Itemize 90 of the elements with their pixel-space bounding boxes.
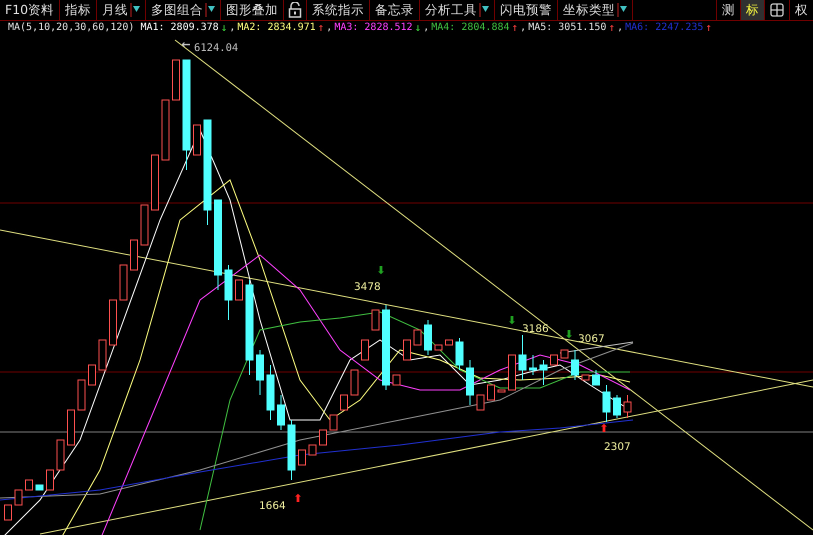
candlestick [340, 394, 348, 410]
candlestick [193, 124, 201, 156]
marker-arrow: ⬆ [599, 422, 609, 435]
candlestick [88, 364, 96, 386]
candlestick [350, 370, 358, 396]
candlestick [56, 440, 64, 470]
ma-value: MA1: 2809.378 [140, 22, 219, 33]
candlestick [224, 264, 232, 320]
trend-arrow: ↓ [220, 21, 228, 34]
price-label: 3067 [578, 333, 605, 345]
price-label: 3478 [354, 281, 381, 293]
candlestick [308, 444, 316, 456]
candlestick [498, 390, 506, 392]
price-label: 3186 [522, 323, 549, 335]
candlestick [403, 340, 411, 360]
toolbar-tab[interactable]: 标 [740, 0, 764, 20]
candlestick [392, 374, 400, 386]
candlestick [466, 360, 474, 406]
candlestick [298, 450, 306, 466]
candlestick [560, 350, 568, 358]
candlestick [266, 364, 274, 420]
candlestick [582, 374, 590, 380]
separator: , [520, 22, 526, 33]
price-label: 1664 [259, 500, 286, 512]
candlestick [330, 414, 338, 430]
candlestick [602, 384, 610, 422]
ma-value: MA5: 3051.150 [528, 22, 606, 33]
candlestick [529, 354, 537, 376]
dropdown-caret-icon [479, 1, 490, 19]
marker-arrow: ⬆ [293, 492, 303, 505]
candlestick [140, 204, 148, 246]
candlestick [109, 300, 117, 346]
candlestick [361, 340, 369, 360]
candlestick [624, 394, 632, 418]
trend-arrow: ↓ [414, 21, 422, 34]
candlestick [372, 310, 380, 330]
candlestick [25, 480, 33, 490]
marker-arrow: ⬇ [507, 314, 517, 327]
grid-icon [770, 3, 784, 17]
candlestick [67, 410, 75, 446]
dropdown-caret-icon [130, 1, 140, 19]
candlestick [518, 334, 526, 380]
indicator-title: MA(5,10,20,30,60,120) [8, 22, 134, 33]
candlestick [277, 394, 285, 430]
trend-arrow: ↑ [512, 21, 518, 34]
ma-value: MA3: 2828.512 [334, 22, 413, 33]
trend-arrow: ↑ [705, 21, 712, 34]
separator: , [617, 22, 624, 33]
candlestick [540, 360, 548, 386]
candlestick [120, 264, 128, 300]
ma-value: MA6: 2247.235 [625, 22, 704, 33]
candlestick [476, 394, 484, 410]
candlestick [414, 330, 422, 346]
trend-arrow: ↑ [318, 21, 324, 34]
candlestick [456, 338, 464, 370]
dropdown-caret-icon [205, 1, 216, 19]
candlestick [235, 280, 243, 300]
ma-value: MA4: 2804.884 [431, 22, 510, 33]
candlestick [14, 490, 22, 506]
candlestick [36, 484, 44, 490]
candlestick [571, 350, 579, 380]
marker-arrow: ← [181, 38, 191, 51]
price-label: 2307 [604, 441, 631, 453]
candlestick [172, 60, 180, 100]
candlestick [288, 420, 296, 480]
candlestick [256, 350, 264, 396]
candlestick [508, 354, 516, 390]
separator: , [229, 22, 236, 33]
trend-arrow: ↑ [608, 21, 616, 34]
candlestick [78, 380, 86, 410]
candlestick [592, 370, 600, 386]
candlestick [319, 430, 327, 446]
candlestick [550, 354, 558, 366]
separator: , [326, 22, 332, 33]
candlestick [46, 470, 54, 490]
candlestick [487, 384, 495, 400]
lock-icon [288, 2, 302, 18]
candlestick [162, 100, 170, 160]
ma-value: MA2: 2834.971 [237, 22, 316, 33]
candlestick [130, 240, 138, 270]
candlestick [151, 154, 159, 210]
candlestick [424, 320, 432, 356]
candlestick [98, 340, 106, 370]
dropdown-caret-icon [617, 1, 628, 19]
candlestick [4, 504, 12, 520]
candlestick [613, 394, 621, 418]
price-label: 6124.04 [194, 42, 238, 54]
marker-arrow: ⬇ [564, 328, 574, 341]
separator: , [423, 22, 430, 33]
marker-arrow: ⬇ [376, 264, 386, 277]
